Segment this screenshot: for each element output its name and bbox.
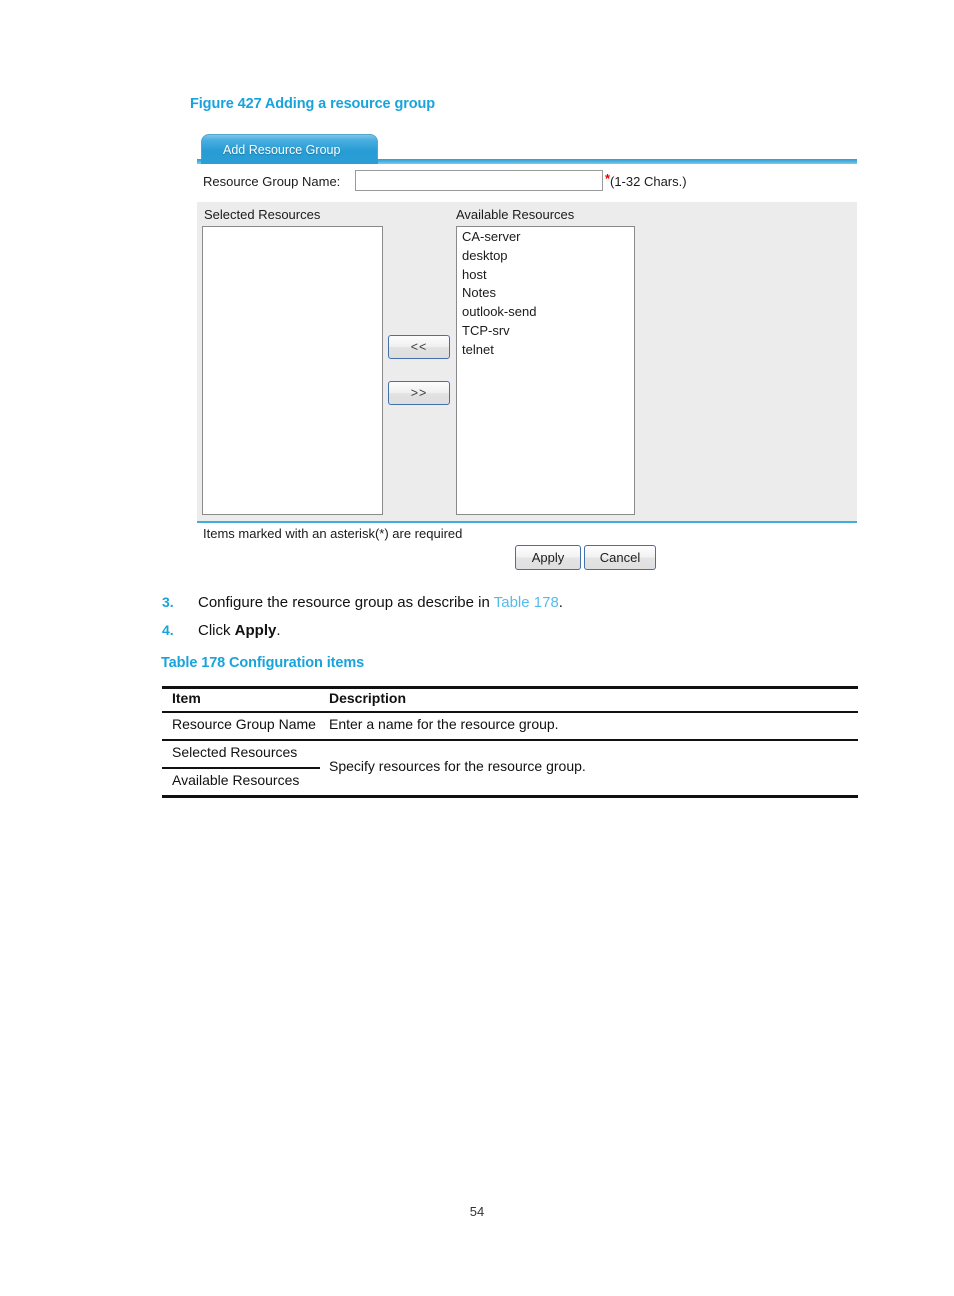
add-resource-group-screenshot: Add Resource Group Resource Group Name: … — [197, 132, 857, 576]
step-4-text-before: Click — [198, 622, 235, 639]
table-row-item-available-resources: Available Resources — [172, 772, 300, 788]
step-3: 3. Configure the resource group as descr… — [162, 594, 862, 622]
page-number: 54 — [469, 1204, 485, 1219]
step-4-number: 4. — [162, 622, 174, 638]
name-length-hint: (1-32 Chars.) — [610, 174, 687, 189]
available-resources-listbox[interactable]: CA-server desktop host Notes outlook-send TCP… — [456, 226, 635, 515]
table-rule-header — [162, 711, 858, 713]
step-4: 4. Click Apply. — [162, 622, 862, 650]
configuration-items-table: Item Description Resource Group Name Ent… — [162, 686, 858, 808]
step-3-number: 3. — [162, 594, 174, 610]
move-to-available-button[interactable]: >> — [388, 381, 450, 405]
selected-resources-label: Selected Resources — [204, 207, 321, 222]
resource-group-name-input[interactable] — [355, 170, 603, 191]
procedure-steps: 3. Configure the resource group as descr… — [162, 594, 862, 650]
table-header-item: Item — [172, 690, 201, 706]
step-3-text: Configure the resource group as describe… — [198, 594, 563, 611]
table-rule-item-split — [162, 767, 320, 769]
table-header-description: Description — [329, 690, 407, 706]
available-resources-label: Available Resources — [456, 207, 575, 222]
move-to-selected-button[interactable]: << — [388, 335, 450, 359]
resource-transfer-panel: Selected Resources Available Resources <… — [197, 202, 857, 521]
step-4-text: Click Apply. — [198, 622, 281, 639]
panel-divider — [197, 521, 857, 523]
table-row-item-resource-group-name: Resource Group Name — [172, 716, 316, 732]
step-3-text-after: . — [558, 594, 563, 611]
required-fields-note: Items marked with an asterisk(*) are req… — [203, 526, 463, 541]
available-resource-item[interactable]: TCP-srv — [459, 322, 634, 341]
resource-group-name-label: Resource Group Name: — [203, 174, 341, 189]
resource-group-name-row: Resource Group Name: * (1-32 Chars.) — [197, 170, 857, 196]
tab-active-connector — [201, 159, 378, 164]
table-row-item-selected-resources: Selected Resources — [172, 744, 298, 760]
apply-button[interactable]: Apply — [515, 545, 581, 570]
available-resource-item[interactable]: host — [459, 266, 634, 285]
tab-bar: Add Resource Group — [197, 132, 857, 164]
figure-caption: Figure 427 Adding a resource group — [190, 96, 436, 112]
table-caption: Table 178 Configuration items — [161, 655, 365, 671]
table-row-desc-specify-resources: Specify resources for the resource group… — [329, 758, 586, 774]
step-3-table-link[interactable]: Table 178 — [494, 594, 559, 611]
step-3-text-before: Configure the resource group as describe… — [198, 594, 494, 611]
available-resource-item[interactable]: CA-server — [459, 228, 634, 247]
selected-resources-listbox[interactable] — [202, 226, 383, 515]
table-rule-bottom — [162, 795, 858, 798]
table-rule-top — [162, 686, 858, 689]
available-resource-item[interactable]: telnet — [459, 341, 634, 360]
available-resource-item[interactable]: outlook-send — [459, 303, 634, 322]
table-row-desc-resource-group-name: Enter a name for the resource group. — [329, 716, 559, 732]
cancel-button[interactable]: Cancel — [584, 545, 656, 570]
tab-label: Add Resource Group — [223, 143, 341, 157]
available-resource-item[interactable]: Notes — [459, 284, 634, 303]
step-4-apply-keyword: Apply — [234, 622, 277, 639]
available-resource-item[interactable]: desktop — [459, 247, 634, 266]
table-rule-row1 — [162, 739, 858, 741]
step-4-text-after: . — [276, 622, 281, 639]
